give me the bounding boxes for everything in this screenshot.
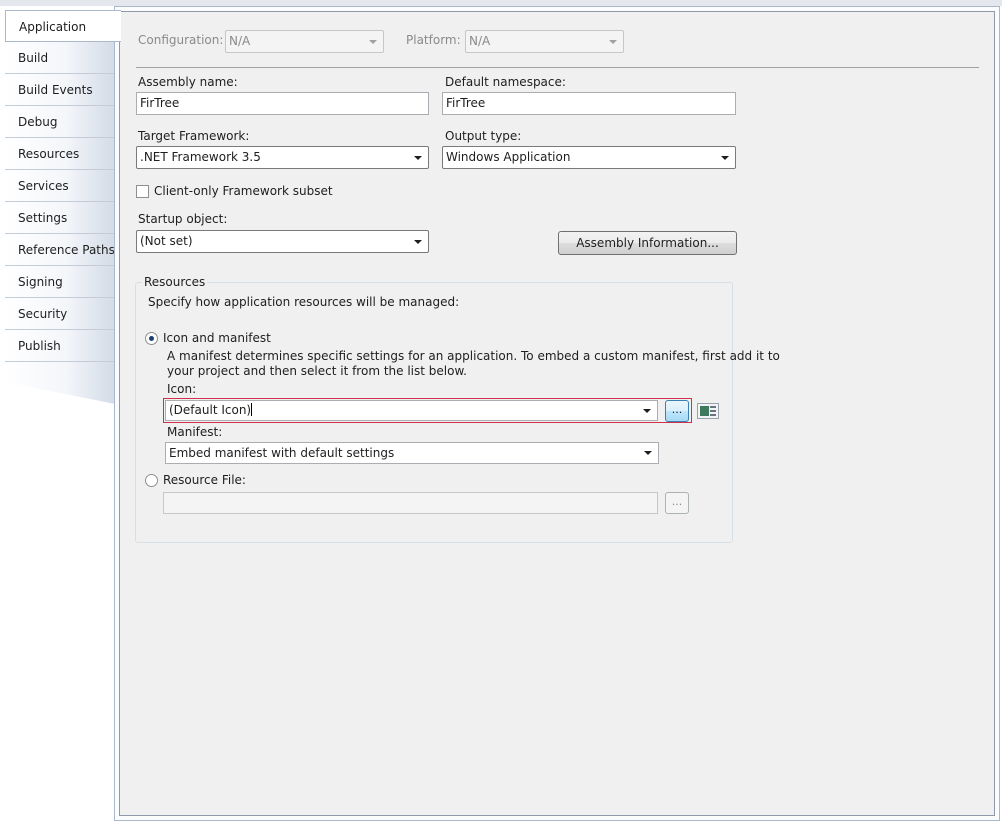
icon-browse-button[interactable]: ... xyxy=(665,400,689,422)
assembly-name-label: Assembly name: xyxy=(138,75,238,89)
tab-build[interactable]: Build xyxy=(5,42,115,74)
manifest-value: Embed manifest with default settings xyxy=(169,446,395,460)
tab-application[interactable]: Application xyxy=(5,10,121,42)
resources-description: Specify how application resources will b… xyxy=(148,295,460,309)
chevron-down-icon xyxy=(609,40,617,44)
platform-value: N/A xyxy=(469,34,491,48)
output-type-label: Output type: xyxy=(445,129,522,143)
startup-object-select[interactable]: (Not set) xyxy=(136,230,429,253)
output-type-select[interactable]: Windows Application xyxy=(442,146,736,169)
chevron-down-icon xyxy=(721,156,729,160)
icon-preview-icon xyxy=(697,403,719,419)
chevron-down-icon xyxy=(369,40,377,44)
resource-file-input[interactable] xyxy=(163,492,658,514)
startup-object-label: Startup object: xyxy=(138,212,228,226)
manifest-select[interactable]: Embed manifest with default settings xyxy=(165,442,659,464)
tab-settings[interactable]: Settings xyxy=(5,202,115,234)
platform-label: Platform: xyxy=(406,33,461,47)
icon-value: (Default Icon) xyxy=(169,403,252,417)
manifest-help-line-1: A manifest determines specific settings … xyxy=(167,349,780,363)
assembly-information-button[interactable]: Assembly Information... xyxy=(558,231,737,255)
icon-label: Icon: xyxy=(167,382,197,396)
tab-reference-paths[interactable]: Reference Paths xyxy=(5,234,115,266)
manifest-help-line-2: your project and then select it from the… xyxy=(167,364,467,378)
property-tabs: Application Build Build Events Debug Res… xyxy=(5,10,121,404)
configuration-value: N/A xyxy=(229,34,251,48)
resource-file-browse-button[interactable]: ... xyxy=(665,492,689,514)
tab-resources[interactable]: Resources xyxy=(5,138,115,170)
manifest-label: Manifest: xyxy=(167,425,223,439)
header-separator xyxy=(136,67,979,68)
application-page-body: Configuration: N/A Platform: N/A Assembl… xyxy=(119,11,995,816)
chevron-down-icon xyxy=(643,409,651,413)
chevron-down-icon xyxy=(414,240,422,244)
target-framework-value: .NET Framework 3.5 xyxy=(140,150,261,164)
tab-signing[interactable]: Signing xyxy=(5,266,115,298)
resources-group-title: Resources xyxy=(142,275,208,289)
client-only-label: Client-only Framework subset xyxy=(154,184,333,198)
tab-debug[interactable]: Debug xyxy=(5,106,115,138)
icon-manifest-label: Icon and manifest xyxy=(163,331,271,345)
text-caret xyxy=(251,403,253,416)
tab-strip-tail xyxy=(5,362,115,404)
tab-security[interactable]: Security xyxy=(5,298,115,330)
client-only-checkbox[interactable] xyxy=(136,185,149,198)
tab-services[interactable]: Services xyxy=(5,170,115,202)
icon-select[interactable]: (Default Icon) xyxy=(165,400,658,421)
tab-publish[interactable]: Publish xyxy=(5,330,115,362)
platform-select[interactable]: N/A xyxy=(465,30,624,53)
application-page: Configuration: N/A Platform: N/A Assembl… xyxy=(114,6,1000,821)
target-framework-select[interactable]: .NET Framework 3.5 xyxy=(136,146,429,169)
configuration-select[interactable]: N/A xyxy=(225,30,384,53)
tab-build-events[interactable]: Build Events xyxy=(5,74,115,106)
default-namespace-input[interactable]: FirTree xyxy=(442,92,736,115)
icon-manifest-radio[interactable] xyxy=(145,332,158,345)
resource-file-label: Resource File: xyxy=(163,473,246,487)
configuration-label: Configuration: xyxy=(138,33,224,47)
target-framework-label: Target Framework: xyxy=(138,129,250,143)
chevron-down-icon xyxy=(414,156,422,160)
default-namespace-label: Default namespace: xyxy=(445,75,566,89)
assembly-name-input[interactable]: FirTree xyxy=(136,92,429,115)
resource-file-radio[interactable] xyxy=(145,474,158,487)
startup-object-value: (Not set) xyxy=(140,234,193,248)
chevron-down-icon xyxy=(644,451,652,455)
output-type-value: Windows Application xyxy=(446,150,571,164)
